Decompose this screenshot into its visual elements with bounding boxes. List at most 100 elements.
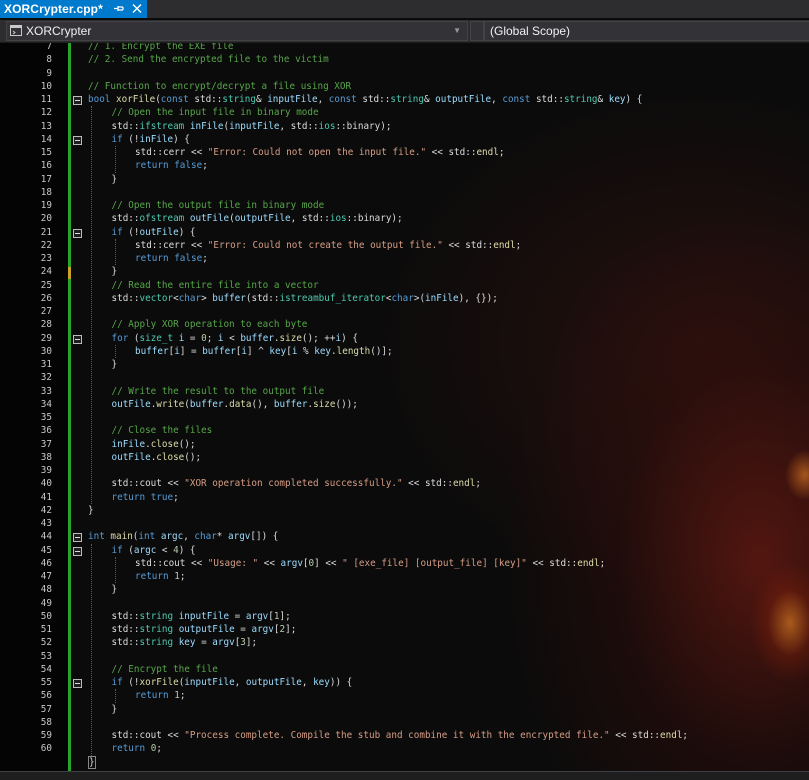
code-line[interactable]: } — [112, 583, 118, 596]
code-token: return — [135, 690, 169, 702]
code-line[interactable]: // Write the result to the output file — [112, 385, 325, 398]
code-line[interactable]: } — [112, 265, 118, 278]
code-line[interactable]: // Encrypt the file — [112, 663, 218, 676]
code-token: string — [222, 94, 256, 105]
code-line[interactable]: for (size_t i = 0; i < buffer.size(); ++… — [112, 332, 358, 345]
code-line[interactable]: // Open the input file in binary mode — [112, 106, 319, 119]
code-token: < — [156, 544, 174, 556]
code-line[interactable]: // 2. Send the encrypted file to the vic… — [88, 53, 329, 66]
code-token: return — [111, 491, 146, 503]
code-line[interactable]: std::cout << "Usage: " << argv[0] << " [… — [135, 557, 605, 570]
code-token: "Error: Could not create the output file… — [207, 239, 443, 251]
line-number: 52 — [40, 637, 52, 649]
code-token: % — [297, 345, 315, 357]
fold-toggle-icon[interactable] — [73, 228, 82, 238]
code-token: char — [194, 531, 217, 543]
code-line[interactable]: // Function to encrypt/decrypt a file us… — [88, 80, 351, 93]
code-line[interactable]: outFile.close(); — [112, 451, 202, 464]
code-line[interactable]: inFile.close(); — [112, 438, 196, 451]
code-line[interactable]: if (!xorFile(inputFile, outputFile, key)… — [112, 676, 353, 689]
code-token: char — [391, 292, 414, 304]
code-line[interactable]: // Read the entire file into a vector — [112, 279, 319, 292]
code-line[interactable]: } — [112, 173, 118, 186]
code-token: outputFile — [245, 677, 302, 688]
code-editor[interactable]: 7 // 1. Encrypt the EXE file 8 // 2. Send t… — [0, 43, 809, 771]
line-number: 38 — [40, 451, 52, 463]
code-line[interactable]: } — [112, 703, 118, 716]
project-dropdown[interactable]: XORCrypter ▼ — [6, 21, 468, 41]
line-number: 29 — [40, 332, 52, 344]
code-token: ::binary); — [346, 213, 403, 225]
line-number: 22 — [40, 239, 52, 251]
code-line[interactable]: std::string outputFile = argv[2]; — [112, 623, 297, 636]
code-token: inputFile — [229, 120, 280, 132]
code-token: << std:: — [426, 147, 477, 158]
code-line[interactable]: std::ifstream inFile(inputFile, std::ios… — [112, 120, 392, 133]
code-token: key — [608, 94, 626, 105]
code-line[interactable]: return 0; — [112, 742, 162, 755]
code-token: ; — [179, 571, 186, 582]
code-line[interactable]: std::cout << "Process complete. Compile … — [112, 729, 689, 742]
code-line[interactable]: int main(int argc, char* argv[]) { — [88, 530, 278, 543]
line-number: 44 — [40, 531, 52, 543]
code-line[interactable]: // Close the files — [112, 424, 213, 437]
code-token: inFile — [139, 133, 174, 145]
code-token: key — [314, 345, 332, 357]
code-line[interactable]: // Open the output file in binary mode — [112, 199, 325, 212]
code-line[interactable]: return 1; — [135, 570, 185, 583]
code-token: std::cerr << — [135, 239, 208, 251]
fold-toggle-icon[interactable] — [73, 96, 82, 105]
code-line[interactable]: } — [88, 755, 96, 769]
code-line[interactable]: } — [88, 504, 94, 517]
indent-guide — [91, 106, 92, 504]
code-token: endl — [493, 239, 516, 251]
indent-guide — [114, 238, 116, 266]
code-line[interactable]: bool xorFile(const std::string& inputFil… — [88, 93, 642, 106]
code-token: std::cout << — [135, 557, 208, 569]
close-icon[interactable] — [131, 2, 143, 15]
code-line[interactable]: std::string inputFile = argv[1]; — [112, 610, 291, 623]
code-token: std:: — [111, 610, 140, 622]
code-token: ::binary); — [335, 120, 392, 132]
code-line[interactable]: return true; — [112, 491, 179, 504]
code-line[interactable]: std::cerr << "Error: Could not create th… — [135, 239, 521, 252]
code-line[interactable]: std::string key = argv[3]; — [112, 636, 258, 649]
code-token: argc — [160, 531, 184, 543]
code-line[interactable]: if (!inFile) { — [112, 133, 190, 146]
code-line[interactable]: // Apply XOR operation to each byte — [112, 318, 308, 331]
scope-dropdown[interactable]: (Global Scope) — [484, 21, 809, 41]
code-line[interactable]: // 1. Encrypt the EXE file — [88, 43, 234, 53]
code-token: std:: — [188, 94, 223, 105]
code-token: ( — [128, 332, 140, 344]
code-line[interactable]: std::cout << "XOR operation completed su… — [112, 477, 481, 490]
document-tab[interactable]: XORCrypter.cpp* — [0, 0, 147, 18]
code-token: // Function to encrypt/decrypt a file us… — [88, 80, 352, 92]
fold-toggle-icon[interactable] — [73, 334, 82, 344]
code-line[interactable]: buffer[i] = buffer[i] ^ key[i % key.leng… — [135, 345, 393, 358]
code-line[interactable]: std::cerr << "Error: Could not open the … — [135, 146, 504, 159]
code-line[interactable]: return false; — [135, 252, 208, 265]
code-line[interactable]: } — [112, 358, 118, 371]
code-line[interactable]: if (!outFile) { — [112, 226, 196, 239]
fold-toggle-icon[interactable] — [73, 135, 82, 145]
member-dropdown-stub[interactable] — [470, 21, 484, 41]
code-line[interactable]: return false; — [135, 159, 208, 172]
fold-toggle-icon[interactable] — [73, 533, 82, 543]
line-number: 28 — [40, 319, 52, 331]
code-line[interactable]: std::vector<char> buffer(std::istreambuf… — [112, 292, 498, 305]
fold-toggle-icon[interactable] — [73, 679, 82, 688]
code-line[interactable]: return 1; — [135, 689, 185, 702]
code-line[interactable]: if (argc < 4) { — [112, 544, 196, 557]
code-line[interactable]: std::ofstream outFile(outputFile, std::i… — [112, 212, 403, 225]
line-number: 13 — [40, 120, 52, 132]
pin-icon[interactable] — [113, 2, 125, 15]
code-line[interactable]: outFile.write(buffer.data(), buffer.size… — [112, 398, 358, 411]
code-token: ; — [156, 743, 162, 755]
line-number: 17 — [40, 173, 52, 185]
code-token: const — [328, 94, 357, 105]
fold-toggle-icon[interactable] — [73, 546, 82, 556]
code-token: = — [229, 610, 246, 622]
code-token: std:: — [530, 94, 564, 105]
code-token: if — [111, 677, 123, 688]
code-token: outFile — [139, 226, 179, 238]
